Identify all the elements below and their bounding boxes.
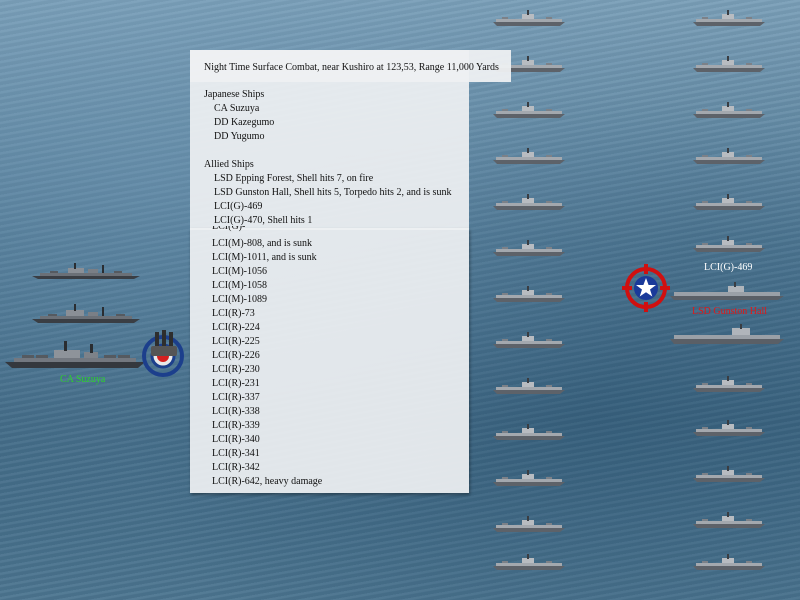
allied-ship-entry-partial: LCI(G)- — [212, 226, 246, 232]
warship-silhouette-icon — [670, 324, 784, 344]
allied-ships-heading: Allied Ships — [204, 159, 254, 170]
allied-ship[interactable] — [692, 194, 766, 212]
allied-ship-entry: LCI(R)-342 — [212, 462, 260, 473]
allied-ship[interactable] — [492, 102, 566, 120]
japanese-ship-entry: DD Yugumo — [214, 131, 265, 142]
warship-silhouette-icon — [493, 10, 565, 26]
allied-ship-entry: LCI(R)-230 — [212, 364, 260, 375]
allied-ship-entry: LCI(R)-338 — [212, 406, 260, 417]
allied-ship-entry: LCI(M)-808, and is sunk — [212, 238, 312, 249]
allied-ship[interactable] — [692, 56, 766, 74]
allied-ship[interactable] — [492, 10, 566, 28]
japanese-ships-heading: Japanese Ships — [204, 89, 265, 100]
allied-ship-entry: LCI(R)-226 — [212, 350, 260, 361]
allied-ship[interactable] — [492, 240, 566, 258]
allied-ship-entry: LCI(R)-224 — [212, 322, 260, 333]
allied-ship[interactable] — [492, 194, 566, 212]
allied-ship[interactable] — [692, 148, 766, 166]
japanese-firing-ship-label: CA Suzuya — [60, 374, 106, 385]
warship-silhouette-icon — [693, 10, 765, 26]
rising-sun-target-icon — [141, 330, 189, 384]
allied-ship[interactable] — [492, 378, 566, 396]
warship-silhouette-icon — [693, 466, 765, 482]
allied-ship-entry: LSD Gunston Hall, Shell hits 5, Torpedo … — [214, 187, 452, 198]
warship-silhouette-icon — [693, 376, 765, 392]
allied-ship[interactable] — [692, 10, 766, 28]
allied-ship-entry: LCI(R)-341 — [212, 448, 260, 459]
allied-ship[interactable] — [692, 376, 766, 394]
warship-silhouette-icon — [693, 194, 765, 210]
warship-silhouette-icon — [32, 263, 140, 279]
allied-ship-lsd-gunston-hall[interactable] — [668, 324, 786, 346]
warship-silhouette-icon — [32, 304, 140, 323]
allied-ship-entry: LCI(R)-340 — [212, 434, 260, 445]
warship-silhouette-icon — [670, 282, 784, 300]
warship-silhouette-icon — [493, 102, 565, 118]
allied-ship[interactable] — [492, 332, 566, 350]
allied-ship-entry: LCI(R)-339 — [212, 420, 260, 431]
allied-ship-lcig-469[interactable] — [668, 282, 786, 302]
allied-ship[interactable] — [492, 554, 566, 572]
allied-ship-entry: LCI(R)-73 — [212, 308, 255, 319]
warship-silhouette-icon — [493, 516, 565, 532]
japanese-ship-destroyer-1[interactable] — [30, 262, 142, 280]
allied-ship-entry: LCI(M)-1056 — [212, 266, 267, 277]
allied-ship-entry: LSD Epping Forest, Shell hits 7, on fire — [214, 173, 374, 184]
japanese-ship-destroyer-2[interactable] — [30, 304, 142, 324]
allied-ship-entry: LCI(M)-1058 — [212, 280, 267, 291]
allied-ship[interactable] — [492, 286, 566, 304]
allied-ship[interactable] — [692, 236, 766, 254]
allied-ship[interactable] — [492, 148, 566, 166]
japanese-ship-cruiser[interactable] — [4, 340, 146, 370]
japanese-ship-entry: CA Suzuya — [214, 103, 260, 114]
allied-ship-entry: LCI(R)-231 — [212, 378, 260, 389]
warship-silhouette-icon — [693, 554, 765, 570]
warship-silhouette-icon — [693, 148, 765, 164]
allied-ship-entry: LCI(G)-469 — [214, 201, 263, 212]
japanese-ship-entry: DD Kazegumo — [214, 117, 275, 128]
allied-ship[interactable] — [692, 512, 766, 530]
warship-silhouette-icon — [693, 420, 765, 436]
warship-silhouette-icon — [693, 512, 765, 528]
combat-report-title: Night Time Surface Combat, near Kushiro … — [204, 62, 499, 73]
allied-ship[interactable] — [692, 102, 766, 120]
allied-ship[interactable] — [492, 470, 566, 488]
allied-ship-entry: LCI(R)-642, heavy damage — [212, 476, 323, 487]
warship-silhouette-icon — [5, 341, 145, 368]
allied-ship[interactable] — [692, 466, 766, 484]
allied-star-target-icon — [622, 264, 670, 316]
warship-silhouette-icon — [493, 194, 565, 210]
warship-silhouette-icon — [493, 240, 565, 256]
warship-silhouette-icon — [493, 378, 565, 394]
warship-silhouette-icon — [693, 102, 765, 118]
allied-ship-entry: LCI(M)-1011, and is sunk — [212, 252, 317, 263]
warship-silhouette-icon — [493, 424, 565, 440]
allied-target-top-label: LCI(G)-469 — [704, 262, 753, 273]
allied-ship[interactable] — [492, 424, 566, 442]
allied-ship[interactable] — [492, 516, 566, 534]
warship-silhouette-icon — [493, 470, 565, 486]
allied-target-bottom-label: LSD Gunston Hall — [692, 306, 767, 317]
allied-ship[interactable] — [692, 554, 766, 572]
warship-silhouette-icon — [493, 286, 565, 302]
warship-silhouette-icon — [493, 554, 565, 570]
allied-ship-entry: LCI(R)-337 — [212, 392, 260, 403]
warship-silhouette-icon — [693, 236, 765, 252]
warship-silhouette-icon — [693, 56, 765, 72]
allied-ship[interactable] — [692, 420, 766, 438]
allied-ship-entry: LCI(M)-1089 — [212, 294, 267, 305]
warship-silhouette-icon — [493, 332, 565, 348]
warship-silhouette-icon — [493, 148, 565, 164]
allied-ship-entry: LCI(R)-225 — [212, 336, 260, 347]
